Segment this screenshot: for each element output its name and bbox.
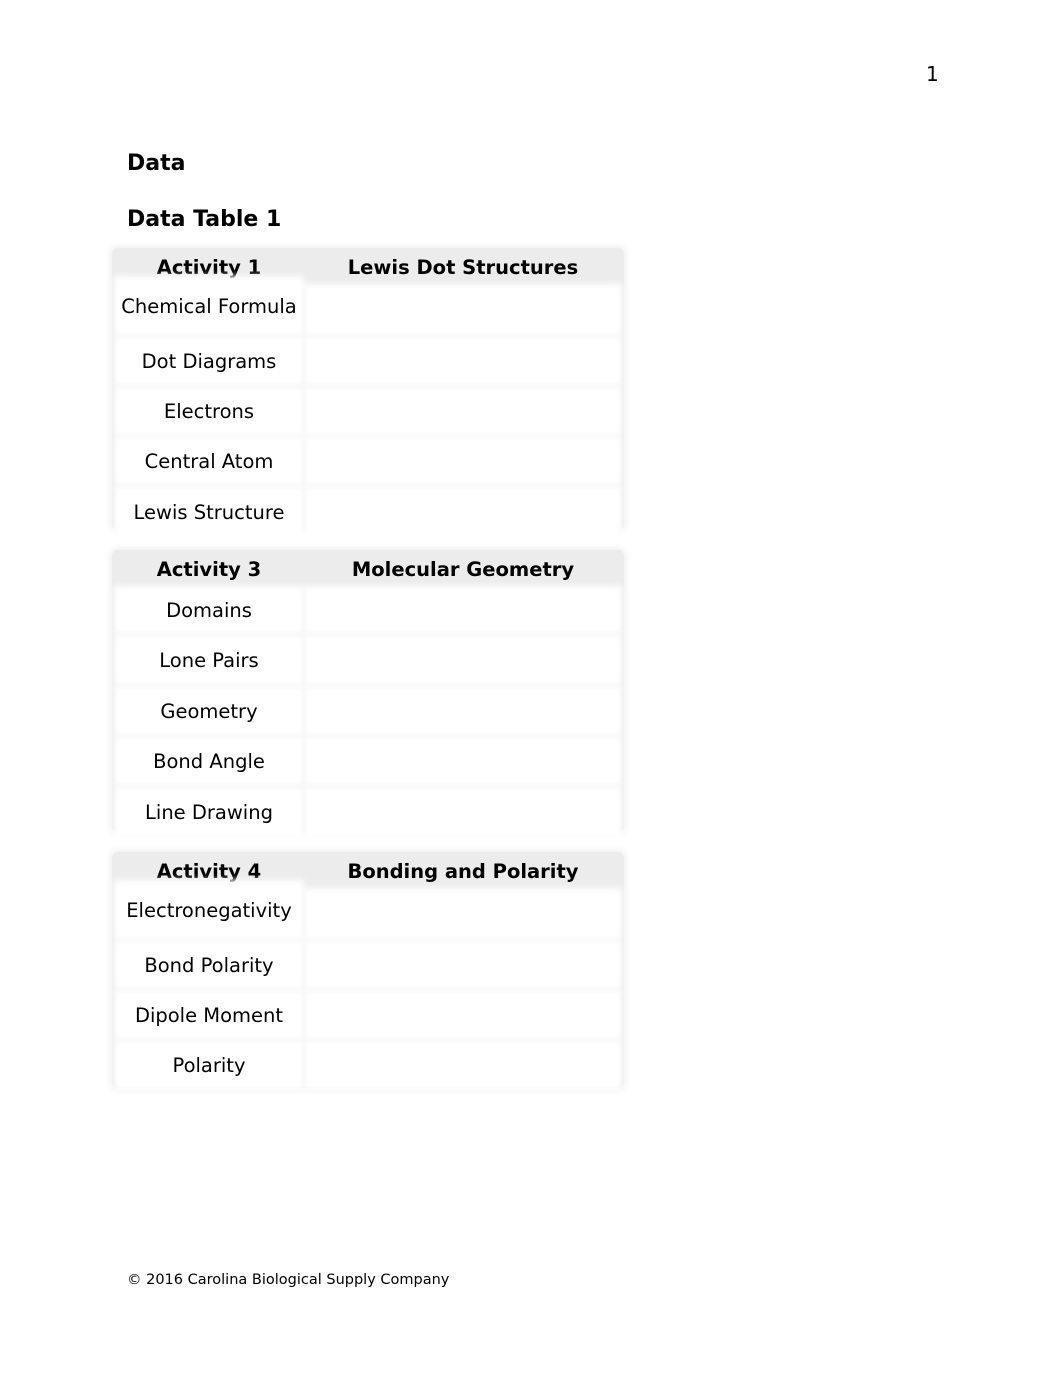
row-label-dot-diagrams: Dot Diagrams — [118, 340, 300, 382]
value-cell-chemical-formula[interactable] — [308, 288, 618, 332]
table-heading: Data Table 1 — [127, 207, 282, 232]
value-cell-domains[interactable] — [308, 590, 618, 630]
table-header-title: Bonding and Polarity — [347, 859, 579, 883]
row-label-electrons: Electrons — [118, 390, 300, 432]
value-cell-lewis-structure[interactable] — [308, 490, 618, 534]
row-label-lone-pairs: Lone Pairs — [118, 638, 300, 682]
row-label-polarity: Polarity — [118, 1044, 300, 1086]
value-cell-electrons[interactable] — [308, 390, 618, 432]
row-label-geometry: Geometry — [118, 690, 300, 732]
table-header-activity: Activity 3 — [156, 557, 262, 581]
page-number: 1 — [926, 62, 939, 86]
data-table-activity-4: Activity 4 Bonding and Polarity Electron… — [118, 858, 618, 1086]
row-label-chemical-formula: Chemical Formula — [118, 280, 300, 332]
value-cell-line-drawing[interactable] — [308, 790, 618, 834]
row-label-central-atom: Central Atom — [118, 440, 300, 482]
table-header-activity: Activity 1 — [156, 255, 262, 279]
value-cell-central-atom[interactable] — [308, 440, 618, 482]
row-label-bond-polarity: Bond Polarity — [118, 944, 300, 986]
value-cell-lone-pairs[interactable] — [308, 638, 618, 682]
copyright-footer: © 2016 Carolina Biological Supply Compan… — [127, 1272, 450, 1288]
row-label-lewis-structure: Lewis Structure — [118, 490, 300, 534]
value-cell-dot-diagrams[interactable] — [308, 340, 618, 382]
row-label-line-drawing: Line Drawing — [118, 790, 300, 834]
value-cell-bond-polarity[interactable] — [308, 944, 618, 986]
data-table-activity-1: Activity 1 Lewis Dot Structures Chemical… — [118, 254, 618, 534]
value-cell-electronegativity[interactable] — [308, 892, 618, 936]
value-cell-polarity[interactable] — [308, 1044, 618, 1086]
value-cell-bond-angle[interactable] — [308, 740, 618, 782]
table-header-title: Molecular Geometry — [351, 557, 575, 581]
row-label-bond-angle: Bond Angle — [118, 740, 300, 782]
data-table-activity-3: Activity 3 Molecular Geometry Domains Lo… — [118, 556, 618, 834]
section-heading: Data — [127, 151, 186, 176]
row-label-domains: Domains — [118, 590, 300, 630]
value-cell-dipole-moment[interactable] — [308, 994, 618, 1036]
table-header-activity: Activity 4 — [156, 859, 262, 883]
row-label-dipole-moment: Dipole Moment — [118, 994, 300, 1036]
value-cell-geometry[interactable] — [308, 690, 618, 732]
row-label-electronegativity: Electronegativity — [118, 884, 300, 936]
table-header-title: Lewis Dot Structures — [347, 255, 579, 279]
